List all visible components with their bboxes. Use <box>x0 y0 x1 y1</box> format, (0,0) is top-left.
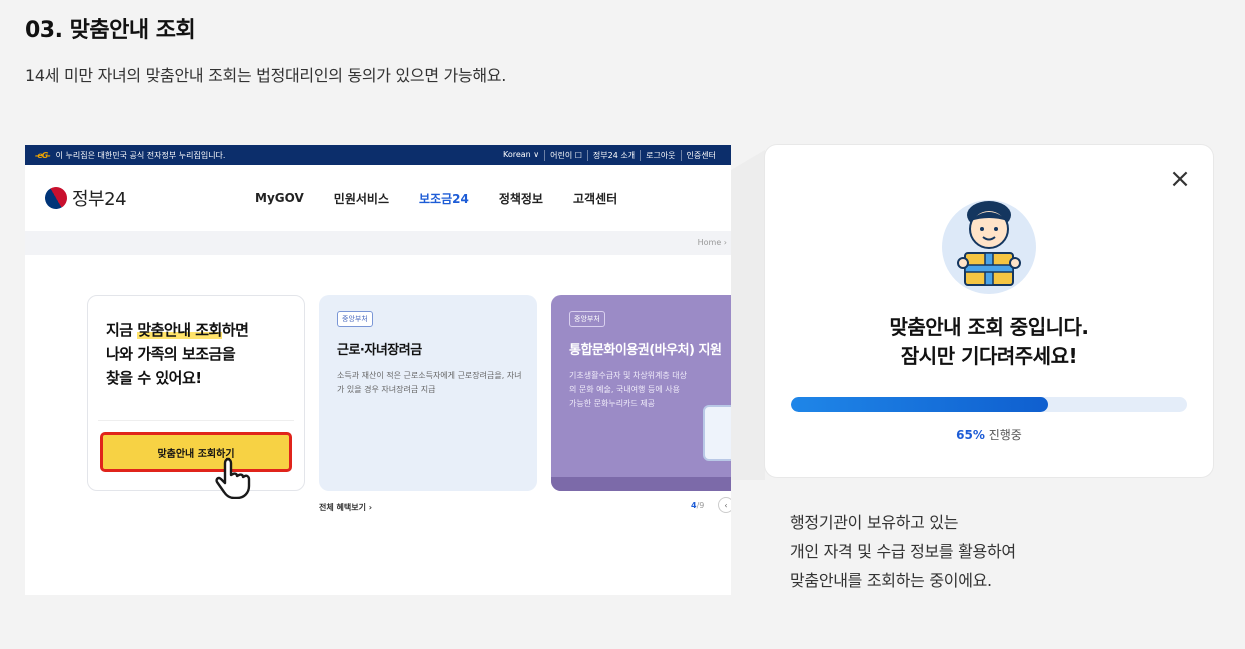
nav-customer-center[interactable]: 고객센터 <box>573 190 617 207</box>
nav-subsidy24[interactable]: 보조금24 <box>419 190 469 207</box>
headline-line2: 나와 가족의 보조금을 <box>106 345 236 363</box>
site-header: 정부24 MyGOV 민원서비스 보조금24 정책정보 고객센터 <box>25 165 731 231</box>
custom-guide-headline: 지금 맞춤안내 조회하면 나와 가족의 보조금을 찾을 수 있어요! <box>106 318 296 390</box>
carousel-pager: 4/9 <box>691 501 704 510</box>
nav-civil-service[interactable]: 민원서비스 <box>334 190 389 207</box>
site-logo-text: 정부24 <box>72 189 127 210</box>
view-all-benefits-link[interactable]: 전체 혜택보기 › <box>319 502 372 513</box>
pointer-hand-icon <box>215 457 251 499</box>
benefit-desc: 소득과 재산이 적은 근로소득자에게 근로장려금을, 자녀가 있을 경우 자녀장… <box>337 371 522 394</box>
card-footer-band <box>551 477 731 491</box>
loading-message-line1: 맞춤안내 조회 중입니다. <box>889 315 1089 339</box>
gov-emblem-logo: -eG- <box>35 150 51 160</box>
site-topbar: -eG- 이 누리집은 대한민국 공식 전자정부 누리집입니다. Korean … <box>25 145 731 165</box>
progress-status: 진행중 <box>984 428 1022 442</box>
loading-message: 맞춤안내 조회 중입니다. 잠시만 기다려주세요! <box>765 313 1213 371</box>
subsidy-content: 지금 맞춤안내 조회하면 나와 가족의 보조금을 찾을 수 있어요! 맞춤안내 … <box>25 255 731 595</box>
benefit-title: 통합문화이용권(바우처) 지원 <box>569 343 722 358</box>
about-link[interactable]: 정부24 소개 <box>586 149 640 161</box>
progress-bar <box>791 397 1187 412</box>
site-logo[interactable]: 정부24 <box>40 182 127 214</box>
close-icon[interactable]: × <box>1169 166 1191 192</box>
benefit-title: 근로·자녀장려금 <box>337 343 422 358</box>
logout-link[interactable]: 로그아웃 <box>640 149 680 161</box>
side-description: 행정기관이 보유하고 있는 개인 자격 및 수급 정보를 활용하여 맞춤안내를 … <box>790 508 1016 595</box>
nav-mygov[interactable]: MyGOV <box>255 191 304 205</box>
voucher-card-illustration <box>703 405 731 461</box>
carousel-prev-button[interactable]: ‹ <box>718 497 731 513</box>
ministry-tag: 중앙부처 <box>337 311 373 327</box>
progress-bar-fill <box>791 397 1049 412</box>
taegeuk-icon <box>40 182 72 214</box>
utility-links: Korean ∨ 어린이 ☐ 정부24 소개 로그아웃 인증센터 <box>498 149 721 161</box>
language-select[interactable]: Korean ∨ <box>498 150 544 161</box>
nav-policy-info[interactable]: 정책정보 <box>499 190 543 207</box>
pager-total: 9 <box>699 501 705 510</box>
breadcrumb: Home › <box>25 231 731 255</box>
progress-percent: 65% <box>956 428 985 442</box>
headline-part: 지금 <box>106 321 138 339</box>
progress-label: 65% 진행중 <box>765 426 1213 443</box>
ministry-tag: 중앙부처 <box>569 311 605 327</box>
headline-part: 하면 <box>221 321 249 339</box>
breadcrumb-home[interactable]: Home › <box>698 238 727 247</box>
custom-guide-card: 지금 맞춤안내 조회하면 나와 가족의 보조금을 찾을 수 있어요! 맞춤안내 … <box>87 295 305 491</box>
kids-link[interactable]: 어린이 ☐ <box>544 149 587 161</box>
loading-modal: × 맞춤안내 조회 중입니다. 잠시만 기다려주세요! 65% 진행중 <box>765 145 1213 477</box>
benefit-card-culture-voucher[interactable]: 중앙부처 통합문화이용권(바우처) 지원 기초생활수급자 및 차상위계층 대상의… <box>551 295 731 491</box>
man-holding-gift-icon <box>942 200 1036 294</box>
side-description-line3: 맞춤안내를 조회하는 중이에요. <box>790 571 992 590</box>
side-description-line2: 개인 자격 및 수급 정보를 활용하여 <box>790 542 1016 561</box>
site-screenshot: -eG- 이 누리집은 대한민국 공식 전자정부 누리집입니다. Korean … <box>25 145 731 595</box>
headline-highlight: 맞춤안내 조회 <box>137 321 222 339</box>
card-divider <box>98 420 294 421</box>
headline-line3: 찾을 수 있어요! <box>106 369 202 387</box>
main-nav: MyGOV 민원서비스 보조금24 정책정보 고객센터 <box>255 165 647 231</box>
cert-center-link[interactable]: 인증센터 <box>680 149 721 161</box>
loading-message-line2: 잠시만 기다려주세요! <box>900 344 1078 368</box>
custom-guide-button[interactable]: 맞춤안내 조회하기 <box>100 432 292 472</box>
benefit-desc: 기초생활수급자 및 차상위계층 대상의 문화 예술, 국내여행 등에 사용 가능… <box>569 371 688 408</box>
side-description-line1: 행정기관이 보유하고 있는 <box>790 513 959 532</box>
official-notice: 이 누리집은 대한민국 공식 전자정부 누리집입니다. <box>55 150 226 160</box>
benefit-card-tax-credit[interactable]: 중앙부처 근로·자녀장려금 소득과 재산이 적은 근로소득자에게 근로장려금을,… <box>319 295 537 491</box>
